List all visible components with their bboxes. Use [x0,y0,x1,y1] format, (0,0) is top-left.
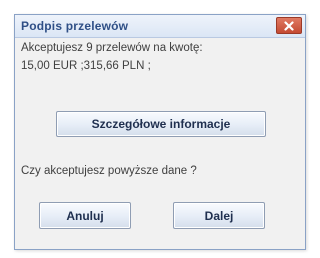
details-button[interactable]: Szczegółowe informacje [56,111,266,137]
close-button[interactable] [276,17,302,34]
dialog-title: Podpis przelewów [21,19,129,33]
cancel-button[interactable]: Anuluj [39,202,131,229]
message-line-2: 15,00 EUR ;315,66 PLN ; [21,60,151,72]
dialog-titlebar[interactable]: Podpis przelewów [15,15,305,38]
question-text: Czy akceptujesz powyższe dane ? [21,165,197,177]
close-icon [284,20,294,31]
confirm-dialog: Podpis przelewów Akceptujesz 9 przelewów… [14,14,306,250]
next-button[interactable]: Dalej [173,202,265,229]
message-line-1: Akceptujesz 9 przelewów na kwotę: [21,42,203,54]
